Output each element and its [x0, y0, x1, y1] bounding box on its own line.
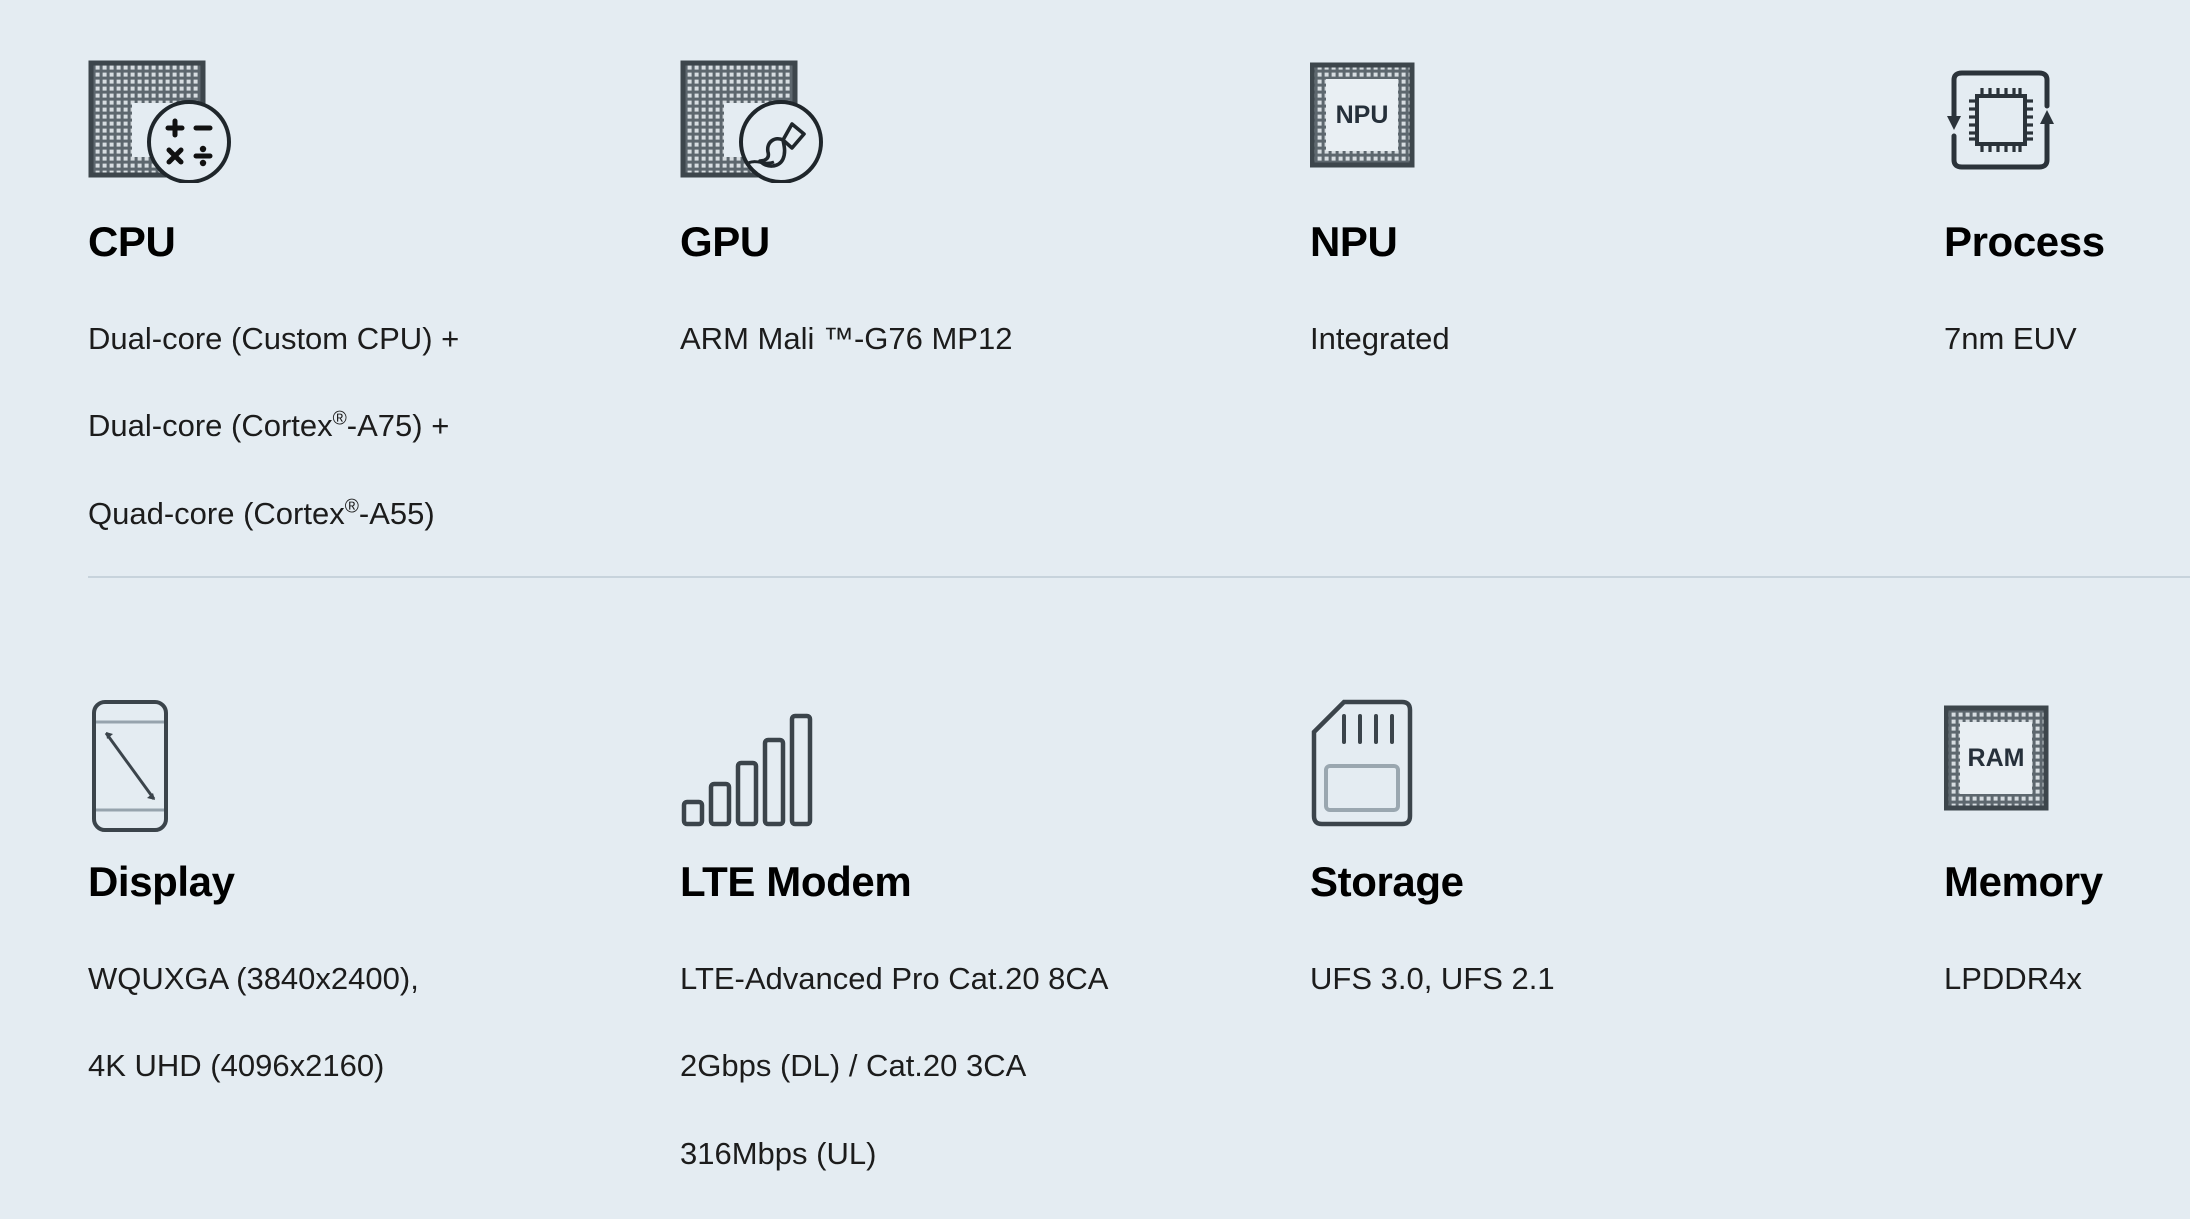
desc-line: Dual-core (Custom CPU) +	[88, 320, 460, 356]
spec-card-description: LPDDR4x	[1944, 913, 2190, 1044]
desc-line: 7nm EUV	[1944, 320, 2077, 356]
row-divider	[88, 576, 2190, 578]
desc-line: WQUXGA (3840x2400),	[88, 960, 419, 996]
spec-card-description: Dual-core (Custom CPU) + Dual-core (Cort…	[88, 273, 640, 579]
spec-card-title: Storage	[1310, 858, 1464, 905]
display-phone-diagonal-icon	[88, 698, 640, 832]
spec-card-memory: RAM Memory LPDDR4x	[1917, 640, 2190, 1106]
desc-line: LTE-Advanced Pro Cat.20 8CA	[680, 960, 1109, 996]
desc-line: Integrated	[1310, 320, 1450, 356]
spec-card-title: Memory	[1944, 858, 2103, 905]
spec-card-process: Process 7nm EUV	[1917, 0, 2190, 576]
desc-line: Quad-core (Cortex®-A55)	[88, 495, 435, 531]
spec-card-cpu: CPU Dual-core (Custom CPU) + Dual-core (…	[0, 0, 640, 576]
npu-icon-label: NPU	[1336, 101, 1389, 129]
desc-line: Dual-core (Cortex®-A75) +	[88, 408, 450, 444]
cpu-chip-calculator-icon	[88, 58, 640, 190]
registered-trademark-icon: ®	[344, 496, 359, 518]
spec-card-title: CPU	[88, 218, 176, 265]
spec-card-description: Integrated	[1310, 273, 1917, 404]
storage-sd-card-icon	[1310, 698, 1917, 830]
spec-row-2: Display WQUXGA (3840x2400), 4K UHD (4096…	[0, 640, 2190, 1171]
lte-signal-bars-icon	[680, 698, 1275, 830]
ram-icon-label: RAM	[1968, 744, 2025, 772]
spec-card-display: Display WQUXGA (3840x2400), 4K UHD (4096…	[0, 640, 640, 1106]
spec-card-title: GPU	[680, 218, 770, 265]
spec-card-title: LTE Modem	[680, 858, 912, 905]
npu-chip-icon: NPU	[1310, 58, 1917, 190]
gpu-chip-brush-icon	[680, 58, 1275, 190]
spec-card-title: NPU	[1310, 218, 1398, 265]
desc-line: 2Gbps (DL) / Cat.20 3CA	[680, 1048, 1027, 1084]
spec-sheet-page: CPU Dual-core (Custom CPU) + Dual-core (…	[0, 0, 2190, 1171]
memory-ram-chip-icon: RAM	[1944, 698, 2190, 830]
spec-card-title: Display	[88, 858, 235, 905]
spec-card-description: 7nm EUV	[1944, 273, 2190, 404]
spec-card-description: UFS 3.0, UFS 2.1	[1310, 913, 1917, 1044]
spec-card-title: Process	[1944, 218, 2105, 265]
spec-card-description: ARM Mali ™-G76 MP12	[680, 273, 1275, 404]
desc-line: UFS 3.0, UFS 2.1	[1310, 960, 1555, 996]
spec-card-storage: Storage UFS 3.0, UFS 2.1	[1275, 640, 1917, 1106]
desc-line: 316Mbps (UL)	[680, 1135, 877, 1171]
spec-card-lte-modem: LTE Modem LTE-Advanced Pro Cat.20 8CA 2G…	[640, 640, 1275, 1171]
registered-trademark-icon: ®	[332, 408, 347, 430]
desc-line: ARM Mali ™-G76 MP12	[680, 320, 1013, 356]
process-cycle-chip-icon	[1944, 58, 2190, 190]
spec-card-gpu: GPU ARM Mali ™-G76 MP12	[640, 0, 1275, 576]
spec-row-1: CPU Dual-core (Custom CPU) + Dual-core (…	[0, 0, 2190, 576]
desc-line: LPDDR4x	[1944, 960, 2082, 996]
spec-card-description: WQUXGA (3840x2400), 4K UHD (4096x2160)	[88, 913, 640, 1132]
spec-card-npu: NPU NPU Integrated	[1275, 0, 1917, 576]
desc-line: 4K UHD (4096x2160)	[88, 1048, 385, 1084]
spec-card-description: LTE-Advanced Pro Cat.20 8CA 2Gbps (DL) /…	[680, 913, 1275, 1219]
